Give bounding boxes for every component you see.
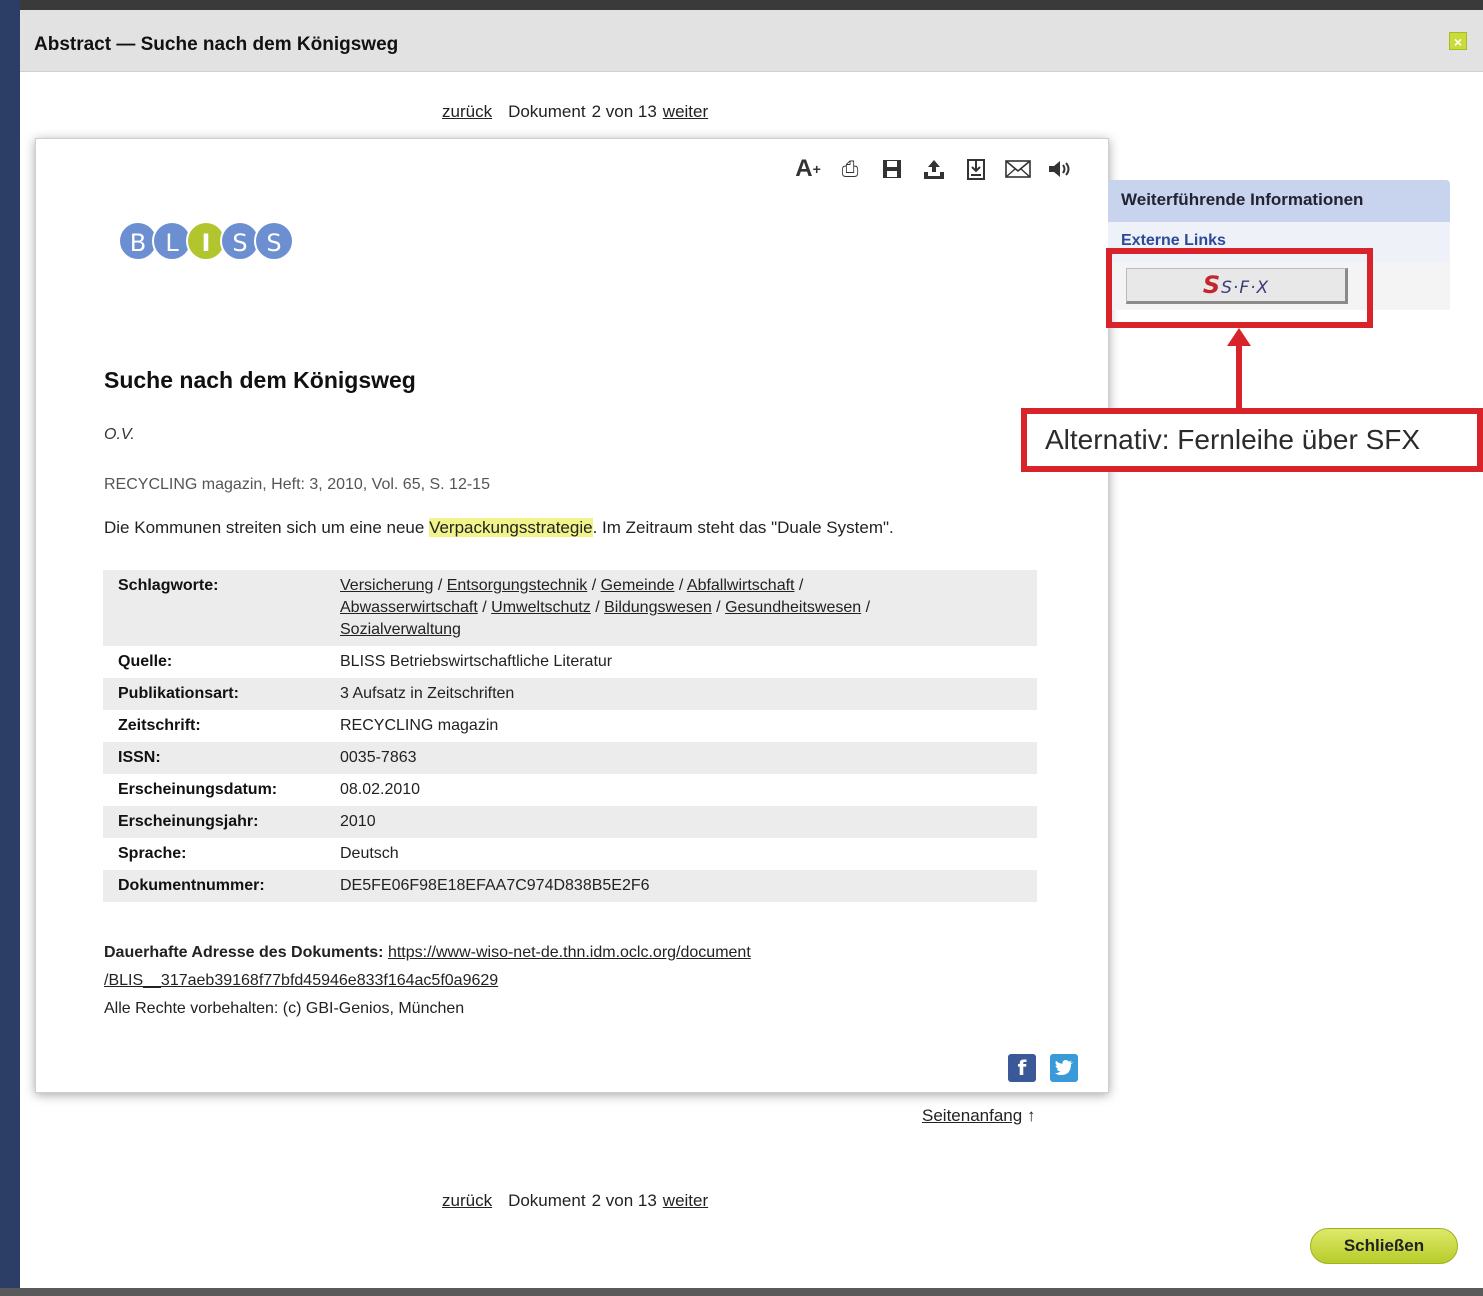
permalink-label: Dauerhafte Adresse des Dokuments: — [104, 944, 384, 961]
document-author: O.V. — [104, 426, 135, 443]
table-row: Erscheinungsdatum: 08.02.2010 — [103, 774, 1037, 806]
twitter-icon[interactable] — [1050, 1054, 1078, 1082]
row-value: 08.02.2010 — [340, 781, 421, 798]
pager-top: zurück Dokument 2 von 13 weiter — [442, 102, 708, 122]
abstract-highlight: Verpackungsstrategie — [429, 518, 593, 537]
modal-header: Abstract — Suche nach dem Königsweg × — [20, 10, 1483, 72]
download-icon[interactable] — [962, 155, 990, 183]
document-abstract: Die Kommunen streiten sich um eine neue … — [104, 518, 894, 538]
keyword-link[interactable]: Abfallwirtschaft — [687, 577, 795, 594]
close-button[interactable]: Schließen — [1310, 1228, 1458, 1264]
keywords-list: Versicherung / Entsorgungstechnik / Geme… — [340, 577, 871, 638]
row-label: Zeitschrift: — [118, 717, 201, 734]
background-page — [0, 0, 20, 1296]
doc-label: Dokument — [508, 1191, 586, 1210]
arrow-up-icon: ↑ — [1026, 1106, 1036, 1125]
modal-title: Abstract — Suche nach dem Königsweg — [34, 34, 399, 55]
metadata-table: Schlagworte: Versicherung / Entsorgungst… — [103, 570, 1037, 902]
row-label: Sprache: — [118, 845, 187, 862]
next-link[interactable]: weiter — [663, 102, 708, 121]
row-label: ISSN: — [118, 749, 161, 766]
row-label: Dokumentnummer: — [118, 877, 265, 894]
keyword-link[interactable]: Sozialverwaltung — [340, 621, 461, 638]
document-title: Suche nach dem Königsweg — [104, 367, 416, 393]
row-value: 0035-7863 — [340, 749, 417, 766]
pager-bottom: zurück Dokument 2 von 13 weiter — [442, 1191, 708, 1211]
print-icon[interactable]: ⎙ — [836, 155, 864, 183]
abstract-modal: Abstract — Suche nach dem Königsweg × zu… — [20, 10, 1483, 1288]
sidebar-heading: Weiterführende Informationen — [1108, 180, 1450, 222]
row-label: Erscheinungsdatum: — [118, 781, 278, 798]
keyword-link[interactable]: Bildungswesen — [604, 599, 712, 616]
row-value: 2010 — [340, 813, 376, 830]
row-label: Publikationsart: — [118, 685, 239, 702]
row-value: Deutsch — [340, 845, 399, 862]
doc-label: Dokument — [508, 102, 586, 121]
table-row: Sprache: Deutsch — [103, 838, 1037, 870]
keyword-link[interactable]: Umweltschutz — [491, 599, 591, 616]
table-row: Erscheinungsjahr: 2010 — [103, 806, 1037, 838]
abstract-text-1: Die Kommunen streiten sich um eine neue — [104, 518, 430, 537]
prev-link[interactable]: zurück — [442, 102, 492, 121]
back-to-top-link[interactable]: Seitenanfang — [922, 1106, 1022, 1125]
mail-icon[interactable] — [1004, 155, 1032, 183]
export-icon[interactable] — [920, 155, 948, 183]
row-label: Quelle: — [118, 653, 173, 670]
permalink-url-2[interactable]: /BLIS__317aeb39168f77bfd45946e833f164ac5… — [104, 972, 498, 989]
rights-text: Alle Rechte vorbehalten: (c) GBI-Genios,… — [104, 1000, 465, 1017]
row-value: RECYCLING magazin — [340, 717, 499, 734]
save-icon[interactable] — [878, 155, 906, 183]
doc-position: 2 von 13 — [591, 1191, 657, 1210]
row-value: 3 Aufsatz in Zeitschriften — [340, 685, 515, 702]
row-label: Erscheinungsjahr: — [118, 813, 259, 830]
prev-link[interactable]: zurück — [442, 1191, 492, 1210]
back-to-top: Seitenanfang ↑ — [922, 1106, 1035, 1126]
next-link[interactable]: weiter — [663, 1191, 708, 1210]
table-row: Dokumentnummer: DE5FE06F98E18EFAA7C974D83… — [103, 870, 1037, 902]
keyword-link[interactable]: Gesundheitswesen — [725, 599, 861, 616]
callout-highlight-box — [1106, 248, 1373, 328]
abstract-text-2: . Im Zeitraum steht das "Duale System". — [592, 518, 894, 537]
row-value: DE5FE06F98E18EFAA7C974D838B5E2F6 — [340, 877, 650, 894]
permalink-block: Dauerhafte Adresse des Dokuments: https:… — [104, 939, 751, 1023]
keyword-link[interactable]: Gemeinde — [601, 577, 675, 594]
document-source: RECYCLING magazin, Heft: 3, 2010, Vol. 6… — [104, 476, 490, 493]
permalink-url-1[interactable]: https://www-wiso-net-de.thn.idm.oclc.org… — [388, 944, 751, 961]
keywords-label: Schlagworte: — [118, 577, 219, 594]
bliss-logo: B L I S S — [118, 221, 294, 261]
keyword-link[interactable]: Abwasserwirtschaft — [340, 599, 478, 616]
speaker-icon[interactable] — [1046, 155, 1074, 183]
table-row: Quelle: BLISS Betriebswirtschaftliche Lit… — [103, 646, 1037, 678]
doc-position: 2 von 13 — [591, 102, 657, 121]
callout-label: Alternativ: Fernleihe über SFX — [1021, 408, 1483, 472]
document-toolbar: A + ⎙ — [794, 155, 1074, 183]
table-row: Zeitschrift: RECYCLING magazin — [103, 710, 1037, 742]
table-row: Schlagworte: Versicherung / Entsorgungst… — [103, 570, 1037, 646]
table-row: Publikationsart: 3 Aufsatz in Zeitschrift… — [103, 678, 1037, 710]
row-value: BLISS Betriebswirtschaftliche Literatur — [340, 653, 613, 670]
document-panel: A + ⎙ B L I S S Suche nach dem Königsweg… — [35, 138, 1109, 1093]
facebook-icon[interactable]: f — [1008, 1054, 1036, 1082]
share-buttons: f — [1008, 1054, 1078, 1082]
keyword-link[interactable]: Versicherung — [340, 577, 433, 594]
table-row: ISSN: 0035-7863 — [103, 742, 1037, 774]
logo-letter-s2: S — [254, 221, 294, 261]
keyword-link[interactable]: Entsorgungstechnik — [447, 577, 588, 594]
close-icon[interactable]: × — [1449, 32, 1467, 50]
font-size-increase-icon[interactable]: A + — [794, 155, 822, 183]
background-bottom — [0, 1288, 1483, 1296]
